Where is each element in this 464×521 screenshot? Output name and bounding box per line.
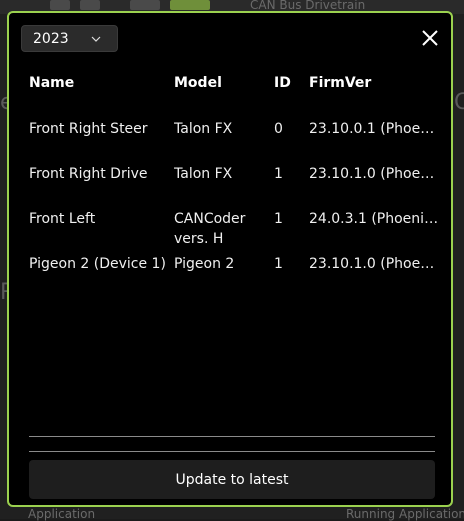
cell-id: 1 [274,166,283,182]
table-row[interactable]: Front Right Steer Talon FX 0 23.10.0.1 (… [29,99,439,164]
update-to-latest-button[interactable]: Update to latest [29,460,435,499]
cell-model: Talon FX [174,121,233,137]
cell-model: Pigeon 2 [174,256,235,272]
device-table: Name Model ID FirmVer Front Right Steer … [29,75,439,299]
background-tile [50,0,70,10]
cell-model: CANCoder vers. H [174,211,246,247]
cell-firmver: 23.10.0.1 (Phoenix Pro) [309,121,439,137]
divider [29,451,435,452]
header-model: Model [174,75,222,91]
background-tile [170,0,210,10]
firmware-dialog: 2023 Name Model ID FirmVer Front Right S… [7,11,453,507]
cell-name: Front Right Drive [29,166,148,182]
header-name: Name [29,75,75,91]
cell-id: 1 [274,256,283,272]
cell-id: 1 [274,211,283,227]
table-row[interactable]: Pigeon 2 (Device 1) Pigeon 2 1 23.10.1.0… [29,254,439,299]
cell-model: Talon FX [174,166,233,182]
cell-name: Front Right Steer [29,121,148,137]
background-letter: C [454,90,464,115]
background-tile [80,0,100,10]
background-tile [130,0,160,10]
table-row[interactable]: Front Left CANCoder vers. H 1 24.0.3.1 (… [29,209,439,254]
header-id: ID [274,75,291,91]
table-header-row: Name Model ID FirmVer [29,75,439,99]
year-select[interactable]: 2023 [21,25,118,52]
cell-id: 0 [274,121,283,137]
cell-name: Front Left [29,211,96,227]
chevron-down-icon [87,30,105,48]
close-icon[interactable] [418,26,442,50]
header-firmver: FirmVer [309,75,372,91]
year-select-value: 2023 [33,30,69,47]
table-row[interactable]: Front Right Drive Talon FX 1 23.10.1.0 (… [29,164,439,209]
cell-firmver: 23.10.1.0 (Phoenix Pro) [309,166,439,182]
cell-firmver: 24.0.3.1 (Phoenix Pro) [309,211,439,227]
divider [29,436,435,437]
cell-firmver: 23.10.1.0 (Phoenix Pro) [309,256,439,272]
cell-name: Pigeon 2 (Device 1) [29,256,166,272]
